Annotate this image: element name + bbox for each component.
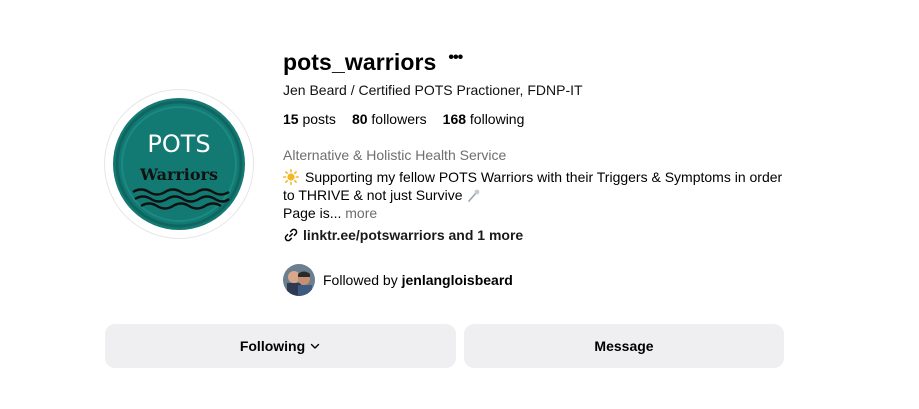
- followed-by-row[interactable]: Followed by jenlangloisbeard: [283, 264, 513, 296]
- following-button[interactable]: Following: [105, 324, 456, 368]
- following-count: 168: [442, 111, 467, 127]
- bio-line-2: to THRIVE & not just Survive: [283, 187, 463, 203]
- profile-bio: Supporting my fellow POTS Warriors with …: [283, 168, 793, 222]
- following-label: following: [469, 111, 525, 127]
- bio-more-link[interactable]: more: [345, 205, 377, 221]
- username-row: pots_warriors •••: [283, 44, 803, 80]
- link-icon: [284, 228, 298, 242]
- avatar-text-pots: POTS: [147, 130, 210, 158]
- message-button[interactable]: Message: [464, 324, 784, 368]
- username: pots_warriors: [283, 48, 437, 75]
- profile-category: Alternative & Holistic Health Service: [283, 147, 507, 163]
- pots-warriors-logo: POTS Warriors: [113, 98, 245, 230]
- profile-header: pots_warriors ••• Jen Beard / Certified …: [283, 44, 803, 244]
- more-horizontal-icon[interactable]: •••: [448, 50, 463, 66]
- profile-stats: 15 posts 80 followers 168 following: [283, 111, 803, 127]
- pin-emoji-icon: [468, 189, 480, 202]
- sun-emoji-icon: [283, 169, 299, 185]
- posts-stat: 15 posts: [283, 111, 336, 127]
- posts-count: 15: [283, 111, 299, 127]
- followers-stat[interactable]: 80 followers: [352, 111, 427, 127]
- external-link[interactable]: linktr.ee/potswarriors and 1 more: [283, 227, 803, 243]
- profile-avatar[interactable]: POTS Warriors: [104, 89, 254, 239]
- full-name: Jen Beard / Certified POTS Practioner, F…: [283, 82, 583, 98]
- followed-by-text: Followed by jenlangloisbeard: [323, 272, 513, 288]
- followers-label: followers: [371, 111, 427, 127]
- followed-by-user[interactable]: jenlangloisbeard: [402, 272, 513, 288]
- bio-line-3: Page is...: [283, 205, 342, 221]
- followers-count: 80: [351, 111, 368, 127]
- follower-avatar: [283, 264, 315, 296]
- chevron-down-icon: [310, 343, 320, 349]
- following-button-label: Following: [239, 338, 306, 354]
- posts-label: posts: [302, 111, 336, 127]
- followed-by-prefix: Followed by: [323, 272, 398, 288]
- external-link-text: linktr.ee/potswarriors and 1 more: [303, 227, 524, 243]
- message-button-label: Message: [594, 338, 654, 354]
- following-stat[interactable]: 168 following: [443, 111, 525, 127]
- avatar-text-warriors: Warriors: [139, 165, 218, 184]
- bio-line-1: Supporting my fellow POTS Warriors with …: [305, 169, 783, 185]
